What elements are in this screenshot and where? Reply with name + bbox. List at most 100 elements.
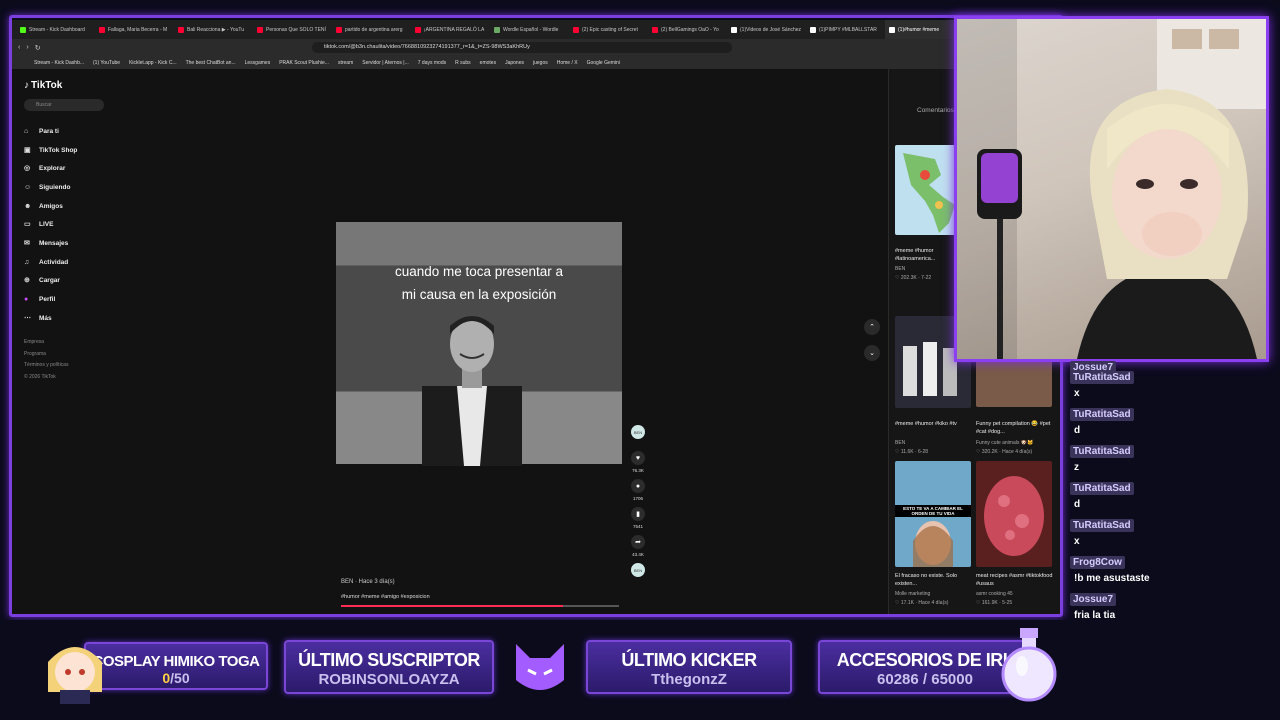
bookmark-item[interactable]: stream	[338, 60, 353, 66]
footer-link[interactable]: Términos y políticas	[24, 360, 68, 372]
tab-favicon-icon	[20, 26, 26, 33]
sound-avatar[interactable]: BEN	[631, 563, 645, 577]
bookmark-item[interactable]: Google Gemini	[587, 60, 620, 66]
url-field[interactable]: tiktok.com/@b3n.chaulita/video/766881092…	[312, 42, 732, 53]
last-subscriber-name: ROBINSONLOAYZA	[318, 671, 460, 688]
browser-tab[interactable]: (2) Epic casting of Secret	[569, 20, 648, 39]
chat-username[interactable]: TuRatitaSad	[1070, 371, 1134, 384]
author-avatar[interactable]: BEN	[631, 425, 645, 439]
browser-tab[interactable]: (2) BellGamings OaO - Yo	[648, 20, 727, 39]
suggestion-author-5: asmr cooking 45	[976, 591, 1013, 597]
bookmark-item[interactable]: Home / X	[557, 60, 578, 66]
footer-link[interactable]: © 2026 TikTok	[24, 372, 68, 384]
video-nav: ⌃ ⌄	[864, 319, 880, 371]
bookmark-item[interactable]: R subs	[455, 60, 471, 66]
tab-favicon-icon	[415, 26, 421, 33]
chat-username[interactable]: Jossue7	[1070, 593, 1117, 606]
sidebar-item-label: Actividad	[39, 258, 69, 266]
bookmark-item[interactable]: Japones	[505, 60, 524, 66]
bookmark-item[interactable]: Servidor | Aternos |...	[362, 60, 409, 66]
footer-link[interactable]: Programa	[24, 349, 68, 361]
suggestion-thumb-4[interactable]: ESTO TE VA A CAMBIAR EL ORDEN DE TU VIDA	[895, 461, 971, 567]
chat-username[interactable]: TuRatitaSad	[1070, 519, 1134, 532]
suggestion-thumb-5[interactable]	[976, 461, 1052, 567]
sidebar-item-label: Amigos	[39, 202, 63, 210]
browser-tab[interactable]: Personas Que SOLO TENÍ	[253, 20, 332, 39]
browser-tab[interactable]: Fallaga, Maria Becerra - M	[95, 20, 174, 39]
video-author[interactable]: BEN · Hace 3 día(s)	[341, 579, 395, 585]
chevron-down-icon: ⌄	[869, 350, 875, 357]
video-progress-fill	[341, 605, 564, 607]
irl-goal-value: 60286 / 65000	[877, 671, 973, 688]
sidebar-item-cargar[interactable]: ⊕ Cargar	[24, 272, 77, 291]
suggestion-meta-1: ♡ 202.3K · 7-22	[895, 275, 932, 281]
potion-bottle-icon	[1001, 628, 1057, 702]
last-kicker-name: TthegonzZ	[651, 671, 727, 688]
tab-label: (1)#humor #meme	[898, 26, 940, 33]
video-player[interactable]: cuando me toca presentar a mi causa en l…	[336, 222, 622, 466]
bookmark-item[interactable]: Stream - Kick Dashb...	[34, 60, 84, 66]
back-icon[interactable]: ‹	[18, 44, 20, 51]
sidebar-item-actividad[interactable]: ♫ Actividad	[24, 253, 77, 272]
sidebar-item-amigos[interactable]: ☻ Amigos	[24, 197, 77, 216]
browser-tab[interactable]: Wordle Español - Wordle	[490, 20, 569, 39]
chat-message: Frog8Cow	[1070, 556, 1125, 569]
share-button[interactable]: ➦	[631, 535, 645, 549]
suggestion-thumb-3[interactable]	[976, 359, 1052, 407]
chat-message: TuRatitaSad	[1070, 519, 1134, 532]
chat-username[interactable]: Frog8Cow	[1070, 556, 1125, 569]
sidebar-item-tiktok-shop[interactable]: ▣ TikTok Shop	[24, 141, 77, 160]
chat-username[interactable]: TuRatitaSad	[1070, 482, 1134, 495]
tab-label: Stream - Kick Dashboard	[29, 26, 85, 33]
sidebar-item-m-s[interactable]: ⋯ Más	[24, 309, 77, 328]
bookmark-item[interactable]: Lessgames	[245, 60, 271, 66]
sidebar-item-label: Siguiendo	[39, 183, 71, 191]
tab-label: ¡ARGENTINA REGALÓ LA	[424, 26, 485, 33]
sidebar-item-siguiendo[interactable]: ☺ Siguiendo	[24, 178, 77, 197]
sidebar-item-perfil[interactable]: ● Perfil	[24, 290, 77, 309]
forward-icon[interactable]: ›	[26, 44, 28, 51]
sidebar-item-live[interactable]: ▭ LIVE	[24, 215, 77, 234]
bookmark-item[interactable]: Kicklet.app - Kick C...	[129, 60, 177, 66]
tab-favicon-icon	[652, 26, 658, 33]
bookmark-item[interactable]: The best ChatBot an...	[186, 60, 236, 66]
browser-tab[interactable]: ¡ARGENTINA REGALÓ LA	[411, 20, 490, 39]
sidebar-item-mensajes[interactable]: ✉ Mensajes	[24, 234, 77, 253]
chat-username[interactable]: TuRatitaSad	[1070, 445, 1134, 458]
tiktok-logo[interactable]: ♪ TikTok	[24, 80, 62, 91]
video-hashtags[interactable]: #humor #meme #amigo #exposicion	[341, 594, 430, 600]
tab-label: Bali Reacciona ▶ - YouTu	[187, 26, 245, 33]
video-progress[interactable]	[341, 605, 619, 607]
browser-tab[interactable]: (1)#humor #meme	[885, 20, 964, 39]
bookmark-item[interactable]: 7 days mods	[418, 60, 446, 66]
suggestion-meta-3: ♡ 320.2K · Hace 4 día(s)	[976, 449, 1033, 455]
suggestion-caption-4: El fracaso no existe. Solo existen...	[895, 573, 958, 587]
search-input[interactable]: Buscar	[24, 99, 104, 111]
chat-username[interactable]: TuRatitaSad	[1070, 408, 1134, 421]
comments-tab[interactable]: Comentarios	[917, 107, 954, 114]
bookmark-item[interactable]: juegos	[533, 60, 548, 66]
sidebar-nav: ⌂ Para ti ▣ TikTok Shop ◎ Explorar ☺ Siguiendo ☻…	[24, 122, 77, 328]
following-icon: ☺	[24, 183, 32, 191]
tiktok-page: ♪ TikTok Buscar ⌂ Para ti ▣ TikTok Shop ◎ Expl…	[12, 69, 1060, 614]
browser-tab[interactable]: (1)Videos de José Sánchez	[727, 20, 806, 39]
browser-tab[interactable]: Bali Reacciona ▶ - YouTu	[174, 20, 253, 39]
like-button[interactable]: ♥	[631, 451, 645, 465]
browser-tab[interactable]: (1)PIMPY #MLBALLSTAR	[806, 20, 885, 39]
bookmark-item[interactable]: PRAK Scout Plushie...	[279, 60, 329, 66]
footer-link[interactable]: Empresa	[24, 337, 68, 349]
previous-video-button[interactable]: ⌃	[864, 319, 880, 335]
bookmark-item[interactable]: emotes	[480, 60, 496, 66]
sidebar-item-para-ti[interactable]: ⌂ Para ti	[24, 122, 77, 141]
bookmark-item[interactable]: (1) YouTube	[93, 60, 120, 66]
comment-button[interactable]: ●	[631, 479, 645, 493]
browser-tab[interactable]: partido de argentina arerg	[332, 20, 411, 39]
save-button[interactable]: ▮	[631, 507, 645, 521]
browser-tab[interactable]: Stream - Kick Dashboard	[16, 20, 95, 39]
tab-favicon-icon	[573, 26, 579, 33]
chat-text: d	[1074, 499, 1081, 510]
reload-icon[interactable]: ↻	[35, 44, 41, 52]
sidebar-item-explorar[interactable]: ◎ Explorar	[24, 159, 77, 178]
next-video-button[interactable]: ⌄	[864, 345, 880, 361]
upload-icon: ⊕	[24, 277, 30, 285]
